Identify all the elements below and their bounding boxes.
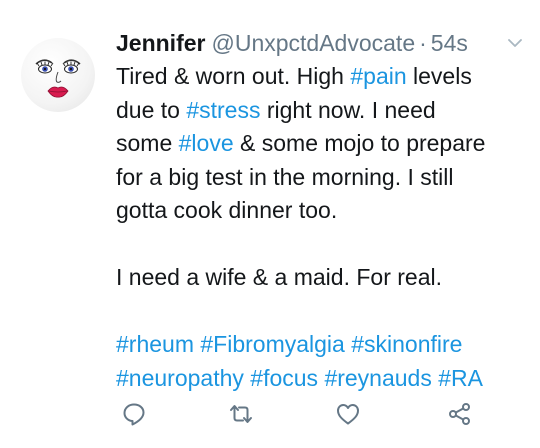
tweet-text-segment: gotta cook dinner too. — [116, 197, 338, 223]
heart-icon — [337, 404, 359, 425]
tweet-text-segment: for a big test in the morning. I still — [116, 163, 454, 190]
tweet-line: gotta cook dinner too. — [116, 194, 526, 228]
hashtag-link[interactable]: #stress — [186, 97, 260, 123]
display-name[interactable]: Jennifer — [116, 28, 205, 58]
tweet-line: for a big test in the morning. I still — [116, 161, 526, 195]
tweet-text-segment: some — [116, 130, 179, 156]
tweet-text-segment: I need a wife & a maid. For real. — [116, 264, 442, 290]
hashtag-link[interactable]: #reynauds — [324, 365, 431, 391]
tweet-text-segment: levels — [406, 63, 472, 89]
hashtag-link[interactable]: #RA — [438, 365, 483, 391]
hashtag-link[interactable]: #neuropathy — [116, 365, 244, 391]
tweet-text-segment: Tired & worn out. High — [116, 63, 351, 89]
tweet-text: Tired & worn out. High #pain levels due t… — [116, 60, 526, 395]
tweet-header: Jennifer @UnxpctdAdvocate · 54s — [116, 28, 468, 58]
timestamp[interactable]: 54s — [431, 28, 468, 58]
hashtag-link[interactable]: #focus — [250, 365, 318, 391]
tweet-text-segment: & some mojo to prepare — [233, 130, 486, 156]
more-options-button[interactable] — [507, 36, 523, 50]
tweet-line: Tired & worn out. High #pain levels — [116, 60, 526, 94]
reply-icon — [123, 403, 145, 426]
avatar-face-icon — [35, 59, 81, 98]
chevron-down-icon — [508, 39, 522, 47]
avatar[interactable] — [21, 38, 95, 112]
hashtag-link[interactable]: #skinonfire — [351, 331, 462, 357]
hashtag-link[interactable]: #love — [179, 130, 234, 156]
tweet-line: due to #stress right now. I need — [116, 94, 526, 128]
separator-dot: · — [419, 30, 427, 56]
retweet-icon — [230, 405, 252, 423]
like-button[interactable] — [334, 400, 362, 428]
hashtag-link[interactable]: #rheum — [116, 331, 194, 357]
reply-button[interactable] — [120, 400, 148, 428]
tweet-line: I need a wife & a maid. For real. — [116, 261, 526, 295]
tweet-text-segment: due to — [116, 96, 187, 123]
share-icon — [449, 403, 470, 425]
retweet-button[interactable] — [227, 400, 255, 428]
share-button[interactable] — [446, 400, 474, 428]
tweet-line: #rheum #Fibromyalgia #skinonfire — [116, 328, 526, 362]
tweet-line: some #love & some mojo to prepare — [116, 127, 526, 161]
tweet-line: #neuropathy #focus #reynauds #RA — [116, 362, 526, 396]
hashtag-link[interactable]: #pain — [350, 63, 406, 89]
tweet: Jennifer @UnxpctdAdvocate · 54s Tired & … — [0, 0, 540, 448]
tweet-text-segment: right now. I need — [260, 96, 436, 123]
action-bar — [0, 400, 540, 428]
hashtag-link[interactable]: #Fibromyalgia — [200, 331, 344, 357]
user-handle[interactable]: @UnxpctdAdvocate — [211, 28, 415, 58]
